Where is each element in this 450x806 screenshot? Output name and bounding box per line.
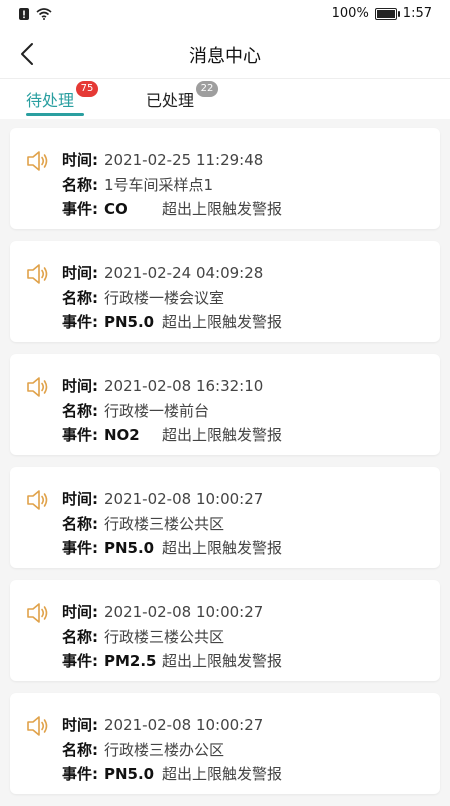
tab-pending-label: 待处理 bbox=[26, 91, 75, 110]
name-label: 名称: bbox=[62, 515, 98, 533]
message-name-row: 名称: 行政楼一楼会议室 bbox=[62, 287, 224, 308]
processed-count-badge: 22 bbox=[196, 81, 218, 97]
status-icons-left bbox=[18, 7, 52, 21]
message-event-row: 事件: NO2 超出上限触发警报 bbox=[62, 424, 282, 445]
event-description: 超出上限触发警报 bbox=[162, 765, 283, 783]
event-description: 超出上限触发警报 bbox=[162, 652, 283, 670]
message-name: 行政楼一楼前台 bbox=[104, 402, 210, 420]
event-description: 超出上限触发警报 bbox=[162, 313, 283, 331]
message-card[interactable]: 时间: 2021-02-24 04:09:28 名称: 行政楼一楼会议室 事件: PN… bbox=[10, 241, 440, 342]
message-time-row: 时间: 2021-02-08 10:00:27 bbox=[62, 601, 263, 622]
message-name: 1号车间采样点1 bbox=[104, 176, 214, 194]
message-name: 行政楼一楼会议室 bbox=[104, 289, 225, 307]
message-name-row: 名称: 行政楼三楼公共区 bbox=[62, 626, 224, 647]
message-time: 2021-02-08 10:00:27 bbox=[104, 716, 264, 734]
event-label: 事件: bbox=[62, 765, 98, 783]
event-code: CO bbox=[104, 200, 128, 218]
message-card[interactable]: 时间: 2021-02-25 11:29:48 名称: 1号车间采样点1 事件: CO… bbox=[10, 128, 440, 229]
message-time: 2021-02-08 10:00:27 bbox=[104, 490, 264, 508]
speaker-icon bbox=[27, 264, 48, 284]
event-code: PN5.0 bbox=[104, 313, 155, 331]
battery-icon bbox=[374, 7, 400, 20]
event-code: PM2.5 bbox=[104, 652, 157, 670]
pending-count-badge: 75 bbox=[76, 81, 98, 97]
message-time: 2021-02-08 10:00:27 bbox=[104, 603, 264, 621]
message-event-row: 事件: PN5.0 超出上限触发警报 bbox=[62, 537, 282, 558]
event-label: 事件: bbox=[62, 426, 98, 444]
wifi-icon bbox=[36, 8, 52, 20]
event-label: 事件: bbox=[62, 313, 98, 331]
message-time: 2021-02-24 04:09:28 bbox=[104, 264, 264, 282]
battery-percent: 100% bbox=[331, 6, 369, 21]
name-label: 名称: bbox=[62, 176, 98, 194]
alert-sim-icon bbox=[19, 8, 29, 20]
message-event-row: 事件: PN5.0 超出上限触发警报 bbox=[62, 763, 282, 784]
tab-processed[interactable]: 已处理 22 bbox=[146, 81, 218, 111]
event-description: 超出上限触发警报 bbox=[162, 539, 283, 557]
speaker-icon bbox=[27, 716, 48, 736]
event-label: 事件: bbox=[62, 200, 98, 218]
event-label: 事件: bbox=[62, 652, 98, 670]
message-name: 行政楼三楼公共区 bbox=[104, 628, 225, 646]
clock: 1:57 bbox=[402, 6, 432, 21]
message-name-row: 名称: 1号车间采样点1 bbox=[62, 174, 213, 195]
time-label: 时间: bbox=[62, 716, 98, 734]
message-time-row: 时间: 2021-02-08 16:32:10 bbox=[62, 375, 263, 396]
message-name: 行政楼三楼办公区 bbox=[104, 741, 225, 759]
event-code: NO2 bbox=[104, 426, 140, 444]
tab-bar: 待处理 75 已处理 22 bbox=[0, 78, 450, 119]
event-code: PN5.0 bbox=[104, 765, 155, 783]
speaker-icon bbox=[27, 490, 48, 510]
event-description: 超出上限触发警报 bbox=[162, 426, 283, 444]
status-right: 100% 1:57 bbox=[332, 6, 432, 21]
message-event-row: 事件: PN5.0 超出上限触发警报 bbox=[62, 311, 282, 332]
tab-pending[interactable]: 待处理 75 bbox=[26, 81, 98, 111]
active-tab-indicator bbox=[26, 113, 84, 116]
message-time-row: 时间: 2021-02-25 11:29:48 bbox=[62, 149, 263, 170]
message-name-row: 名称: 行政楼三楼办公区 bbox=[62, 739, 224, 760]
event-label: 事件: bbox=[62, 539, 98, 557]
speaker-icon bbox=[27, 151, 48, 171]
page-title: 消息中心 bbox=[189, 46, 261, 67]
message-list: 时间: 2021-02-25 11:29:48 名称: 1号车间采样点1 事件: CO… bbox=[10, 128, 440, 806]
header: 消息中心 bbox=[0, 30, 450, 78]
message-event-row: 事件: CO 超出上限触发警报 bbox=[62, 198, 282, 219]
name-label: 名称: bbox=[62, 628, 98, 646]
name-label: 名称: bbox=[62, 289, 98, 307]
event-code: PN5.0 bbox=[104, 539, 155, 557]
time-label: 时间: bbox=[62, 151, 98, 169]
message-card[interactable]: 时间: 2021-02-08 10:00:27 名称: 行政楼三楼公共区 事件: PN… bbox=[10, 467, 440, 568]
message-time-row: 时间: 2021-02-08 10:00:27 bbox=[62, 488, 263, 509]
time-label: 时间: bbox=[62, 603, 98, 621]
message-card[interactable]: 时间: 2021-02-08 10:00:27 名称: 行政楼三楼办公区 事件: PN… bbox=[10, 693, 440, 794]
battery-fill bbox=[376, 9, 395, 18]
message-event-row: 事件: PM2.5 超出上限触发警报 bbox=[62, 650, 282, 671]
message-time: 2021-02-25 11:29:48 bbox=[104, 151, 264, 169]
event-description: 超出上限触发警报 bbox=[162, 200, 283, 218]
name-label: 名称: bbox=[62, 402, 98, 420]
name-label: 名称: bbox=[62, 741, 98, 759]
status-bar: 100% 1:57 bbox=[0, 0, 450, 30]
time-label: 时间: bbox=[62, 377, 98, 395]
speaker-icon bbox=[27, 603, 48, 623]
speaker-icon bbox=[27, 377, 48, 397]
message-card[interactable]: 时间: 2021-02-08 10:00:27 名称: 行政楼三楼公共区 事件: PM… bbox=[10, 580, 440, 681]
time-label: 时间: bbox=[62, 264, 98, 282]
message-time-row: 时间: 2021-02-08 10:00:27 bbox=[62, 714, 263, 735]
time-label: 时间: bbox=[62, 490, 98, 508]
message-time: 2021-02-08 16:32:10 bbox=[104, 377, 264, 395]
message-name: 行政楼三楼公共区 bbox=[104, 515, 225, 533]
message-name-row: 名称: 行政楼三楼公共区 bbox=[62, 513, 224, 534]
message-card[interactable]: 时间: 2021-02-08 16:32:10 名称: 行政楼一楼前台 事件: NO2… bbox=[10, 354, 440, 455]
message-name-row: 名称: 行政楼一楼前台 bbox=[62, 400, 209, 421]
tab-processed-label: 已处理 bbox=[146, 91, 195, 110]
message-time-row: 时间: 2021-02-24 04:09:28 bbox=[62, 262, 263, 283]
